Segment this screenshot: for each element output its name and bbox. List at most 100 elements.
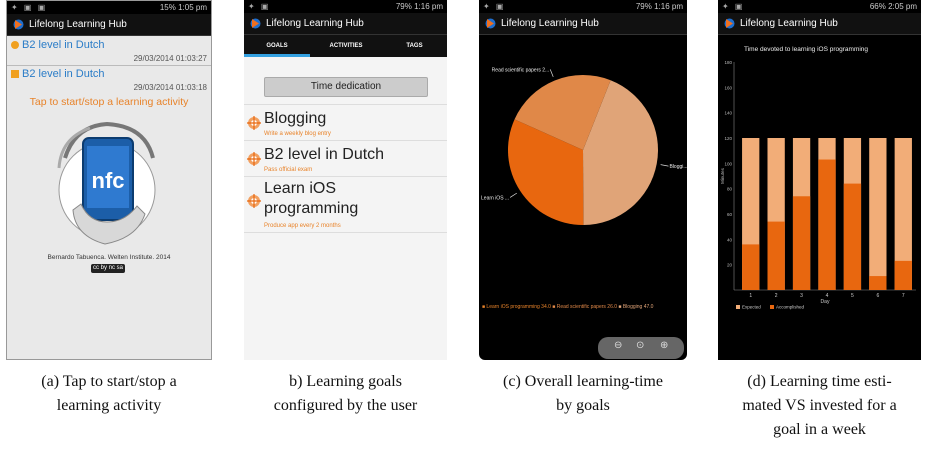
divider	[244, 104, 447, 105]
pie-label-leader	[660, 164, 669, 167]
y-tick-label: 80	[727, 187, 733, 192]
caption-line: (a) Tap to start/stop a	[41, 373, 177, 390]
tab-tags[interactable]: TAGS	[382, 35, 447, 57]
legend-swatch	[736, 305, 740, 309]
running-indicator-icon	[11, 41, 19, 50]
y-tick-label: 120	[724, 136, 732, 141]
y-tick-label: 100	[724, 161, 732, 166]
y-tick-label: 20	[727, 263, 733, 268]
divider	[244, 140, 447, 141]
status-text: 79% 1:16 pm	[395, 2, 443, 11]
activity-item[interactable]: B2 level in Dutch	[11, 68, 207, 80]
legend-entry: ■ Read scientific papers 26.0	[552, 304, 618, 310]
app-title: Lifelong Learning Hub	[266, 18, 364, 29]
pie-slice-label: Read scientific papers 2...	[492, 67, 550, 73]
legend-label: Accomplished	[776, 305, 805, 310]
goal-target-icon	[247, 194, 261, 208]
app-logo-icon	[13, 19, 24, 30]
bar-accomplished[interactable]	[767, 221, 785, 290]
goal-subtitle: Produce app every 2 months	[264, 223, 341, 229]
y-tick-label: 160	[724, 85, 732, 90]
phone-screen-a: ✦ ▣ ▣ 15% 1:05 pm Lifelong Learning Hub …	[6, 0, 212, 360]
bar-accomplished[interactable]	[843, 183, 862, 290]
status-bar: ✦ ▣ 79% 1:16 pm	[479, 0, 687, 13]
chart-legend: ■ Learn iOS programming 34.0 ■ Read scie…	[482, 304, 684, 310]
pie-slice-label: Learn iOS ...	[481, 195, 509, 201]
activity-item[interactable]: B2 level in Dutch	[11, 39, 207, 51]
bar-accomplished[interactable]	[869, 276, 887, 290]
goal-title[interactable]: programming	[264, 200, 358, 218]
goal-target-icon	[247, 116, 261, 130]
notification-icons: ✦ ▣	[248, 2, 271, 11]
x-tick-label: 3	[800, 293, 803, 299]
goal-title[interactable]: Learn iOS	[264, 180, 336, 198]
tab-bar: GOALS ACTIVITIES TAGS	[244, 35, 447, 57]
caption-line: mated VS invested for a	[742, 397, 897, 414]
caption-a: (a) Tap to start/stop a learning activit…	[6, 370, 212, 418]
caption-line: configured by the user	[273, 397, 418, 414]
y-tick-label: 40	[727, 237, 733, 242]
caption-b: b) Learning goals configured by the user	[244, 370, 447, 418]
status-text: 66% 2:05 pm	[869, 2, 917, 11]
phone-screen-d: ✦ ▣ 66% 2:05 pm Lifelong Learning Hub Ti…	[718, 0, 921, 360]
nfc-tap-illustration-icon[interactable]: nfc	[45, 118, 175, 248]
app-logo-icon	[250, 18, 261, 29]
phone-screen-c: ✦ ▣ 79% 1:16 pm Lifelong Learning Hub Bl…	[479, 0, 687, 360]
goal-title[interactable]: B2 level in Dutch	[264, 146, 384, 164]
activity-timestamp: 29/03/2014 01:03:27	[133, 54, 207, 63]
caption-line: goal in a week	[773, 421, 866, 438]
zoom-reset-icon[interactable]: ⊙	[636, 340, 644, 351]
app-title: Lifelong Learning Hub	[740, 18, 838, 29]
app-bar: Lifelong Learning Hub	[7, 14, 211, 36]
pie-slice-label: Bloggi...	[669, 164, 687, 170]
activity-screen: B2 level in Dutch 29/03/2014 01:03:27 B2…	[7, 36, 211, 359]
legend-swatch	[770, 305, 774, 309]
tap-instruction: Tap to start/stop a learning activity	[29, 96, 189, 108]
bar-expected[interactable]	[869, 138, 887, 290]
notification-icons: ✦ ▣ ▣	[11, 3, 48, 12]
y-tick-label: 60	[727, 212, 733, 217]
notification-icons: ✦ ▣	[722, 2, 745, 11]
app-logo-icon	[724, 18, 735, 29]
caption-line: learning activity	[56, 397, 162, 414]
bar-accomplished[interactable]	[792, 196, 811, 290]
goal-target-icon	[247, 152, 261, 166]
activity-label: B2 level in Dutch	[22, 39, 105, 51]
app-title: Lifelong Learning Hub	[29, 19, 127, 30]
tab-activities[interactable]: ACTIVITIES	[310, 35, 382, 57]
credit-text: Bernardo Tabuenca. Welten Institute. 201…	[47, 254, 171, 261]
status-bar: ✦ ▣ ▣ 15% 1:05 pm	[7, 1, 211, 14]
bar-accomplished[interactable]	[742, 244, 760, 290]
status-bar: ✦ ▣ 66% 2:05 pm	[718, 0, 921, 13]
divider	[244, 176, 447, 177]
caption-line: b) Learning goals	[289, 373, 402, 390]
bar-accomplished[interactable]	[894, 260, 912, 290]
notification-icons: ✦ ▣	[483, 2, 506, 11]
zoom-controls: ⊖ ⊙ ⊕	[598, 337, 684, 359]
caption-d: (d) Learning time esti- mated VS investe…	[718, 370, 921, 442]
legend-label: Expected	[742, 305, 761, 310]
caption-c: (c) Overall learning-time by goals	[479, 370, 687, 418]
chart-title: Time devoted to learning iOS programming	[744, 46, 869, 53]
bar-accomplished[interactable]	[818, 159, 836, 290]
svg-text:nfc: nfc	[92, 168, 125, 193]
app-bar: Lifelong Learning Hub	[244, 13, 447, 35]
status-text: 79% 1:16 pm	[635, 2, 683, 11]
activity-label: B2 level in Dutch	[22, 68, 105, 80]
goal-title[interactable]: Blogging	[264, 110, 326, 128]
app-title: Lifelong Learning Hub	[501, 18, 599, 29]
pie-chart[interactable]: Bloggi... Learn iOS ... Read scientific pa…	[479, 36, 687, 296]
legend-entry: ■ Learn iOS programming 34.0	[482, 304, 551, 310]
y-tick-label: 180	[724, 60, 732, 65]
time-dedication-button[interactable]: Time dedication	[264, 77, 428, 97]
y-axis-label: Minutes	[720, 167, 725, 184]
zoom-out-icon[interactable]: ⊖	[614, 340, 622, 351]
status-text: 15% 1:05 pm	[159, 3, 207, 12]
goal-subtitle: Pass official exam	[264, 167, 313, 173]
x-tick-label: 1	[749, 293, 752, 299]
bar-chart[interactable]: 18016014012010080604020Minutes1 2 3 4 5 6 7Day…	[718, 54, 921, 324]
app-bar: Lifelong Learning Hub	[479, 13, 687, 35]
pie-label-leader	[549, 69, 554, 77]
zoom-in-icon[interactable]: ⊕	[660, 340, 668, 351]
license-badge: cc by nc sa	[91, 264, 125, 273]
